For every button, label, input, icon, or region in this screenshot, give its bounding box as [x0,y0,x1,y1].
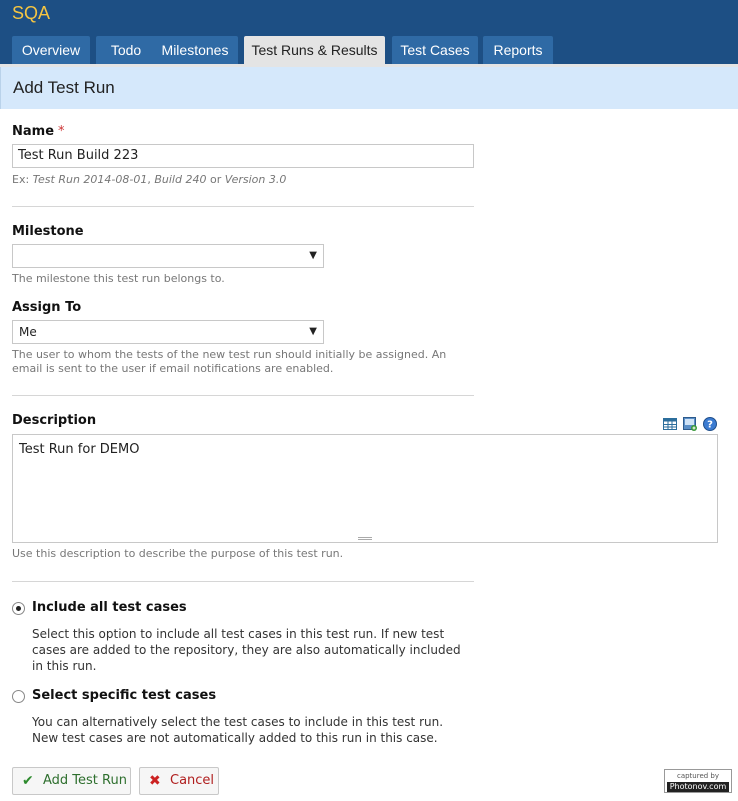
assign-to-label: Assign To [12,300,82,315]
milestone-label: Milestone [12,224,84,239]
name-input[interactable]: Test Run Build 223 [12,144,474,168]
name-hint-example-2: Build 240 [154,173,207,186]
milestone-select[interactable]: ▼ [12,244,324,268]
name-label-text: Name [12,124,55,139]
cancel-label: Cancel [170,773,215,788]
resize-handle-icon[interactable] [358,537,372,540]
description-textarea[interactable]: Test Run for DEMO [12,434,718,543]
name-hint-example-3: Version 3.0 [224,173,287,186]
divider [12,206,474,207]
tab-milestones[interactable]: Milestones [152,36,238,64]
table-icon[interactable] [663,417,677,431]
include-all-title[interactable]: Include all test cases [32,600,187,615]
page-title: Add Test Run [13,78,115,97]
badge-line-2: Photonov.com [667,782,729,792]
tab-overview[interactable]: Overview [12,36,90,64]
tab-test-cases[interactable]: Test Cases [392,36,478,64]
name-hint: Ex: Test Run 2014-08-01, Build 240 or Ve… [12,173,286,187]
tab-reports[interactable]: Reports [483,36,553,64]
add-test-run-button[interactable]: ✔ Add Test Run [12,767,131,795]
required-marker: * [58,124,65,139]
checkmark-icon: ✔ [22,773,34,789]
description-hint: Use this description to describe the pur… [12,547,344,560]
description-label: Description [12,413,97,428]
panel-header: Add Test Run [0,67,738,109]
dropdown-arrow-icon: ▼ [309,250,317,261]
name-label: Name * [12,124,65,139]
name-hint-separator-2: or [206,173,225,186]
capture-badge: captured by Photonov.com [664,769,732,793]
assign-to-selected-value: Me [19,325,37,339]
top-navigation-bar: SQA Overview Todo Milestones Test Runs &… [0,0,738,64]
name-hint-example-1: Test Run 2014-08-01 [32,173,148,186]
svg-text:?: ? [707,420,713,431]
divider [12,395,474,396]
tab-test-runs-results[interactable]: Test Runs & Results [244,36,385,64]
select-specific-radio[interactable] [12,690,25,703]
assign-to-select[interactable]: Me ▼ [12,320,324,344]
milestone-hint: The milestone this test run belongs to. [12,272,225,285]
add-test-run-label: Add Test Run [43,773,127,788]
image-icon[interactable] [683,417,697,431]
include-all-radio[interactable] [12,602,25,615]
include-all-description: Select this option to include all test c… [32,627,461,673]
dropdown-arrow-icon: ▼ [309,326,317,337]
badge-line-1: captured by [676,772,720,780]
cancel-button[interactable]: ✖ Cancel [139,767,219,795]
select-specific-title[interactable]: Select specific test cases [32,688,216,703]
x-icon: ✖ [149,773,161,789]
assign-to-hint: The user to whom the tests of the new te… [12,348,447,375]
name-hint-prefix: Ex: [12,173,33,186]
app-title[interactable]: SQA [12,3,50,24]
tab-todo[interactable]: Todo [96,36,156,64]
help-icon[interactable]: ? [703,417,717,431]
divider [12,581,474,582]
select-specific-description: You can alternatively select the test ca… [32,715,444,745]
